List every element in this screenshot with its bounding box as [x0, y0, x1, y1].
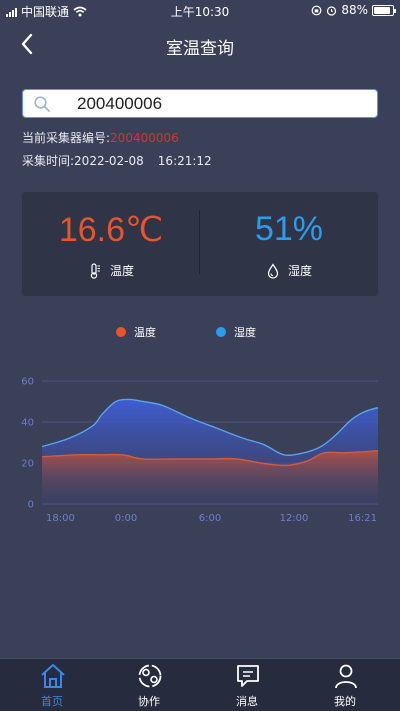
- reading-card: 16.6℃ 温度 51% 湿度: [22, 192, 378, 296]
- search-input[interactable]: [77, 93, 367, 115]
- rotation-lock-icon: [311, 5, 322, 15]
- x-tick-label: 12:00: [280, 513, 309, 524]
- tab-messages-label: 消息: [236, 695, 258, 708]
- humidity-label: 湿度: [287, 264, 312, 278]
- collaborate-icon: [138, 664, 162, 688]
- bottom-tab-bar: 首页 协作 消息 我的: [0, 658, 400, 711]
- search-box[interactable]: [22, 89, 378, 118]
- legend-label-humidity: 湿度: [234, 326, 256, 339]
- tab-messages[interactable]: 消息: [197, 659, 297, 711]
- nav-bar: 室温查询: [0, 22, 400, 68]
- temperature-value: 16.6℃: [58, 211, 164, 249]
- y-tick-label: 60: [21, 377, 34, 388]
- collector-label: 当前采集器编号:: [22, 131, 111, 145]
- humidity-label-row: 湿度: [200, 262, 378, 279]
- y-tick-label: 20: [21, 459, 34, 470]
- tab-profile[interactable]: 我的: [295, 659, 395, 711]
- collect-time-info: 采集时间:2022-02-08 16:21:12: [22, 152, 212, 169]
- temperature-panel: 16.6℃ 温度: [22, 192, 200, 296]
- status-bar: 中国联通 上午10:30 88%: [0, 0, 400, 22]
- chart-legend: 温度 湿度: [0, 324, 400, 340]
- home-icon: [41, 664, 65, 688]
- search-icon: [34, 96, 50, 112]
- tab-collaborate[interactable]: 协作: [99, 659, 199, 711]
- collector-value: 200400006: [110, 131, 179, 145]
- humidity-panel: 51% 湿度: [200, 192, 378, 296]
- message-icon: [237, 665, 259, 687]
- tab-home-label: 首页: [41, 695, 63, 708]
- y-tick-label: 40: [21, 418, 34, 429]
- battery-icon: [372, 4, 396, 16]
- x-tick-label: 16:21: [348, 513, 377, 524]
- history-chart: 0 20 40 60 18:00 0:00 6:00 12:00 16:21: [21, 377, 379, 524]
- tab-profile-label: 我的: [334, 695, 356, 708]
- y-tick-label: 0: [28, 500, 34, 511]
- x-tick-label: 6:00: [199, 513, 221, 524]
- water-drop-icon: [267, 262, 279, 279]
- legend-dot-temperature: [116, 327, 126, 337]
- humidity-value: 51%: [254, 210, 324, 248]
- x-tick-label: 18:00: [46, 513, 75, 524]
- thermometer-icon: [90, 262, 100, 279]
- tab-home[interactable]: 首页: [2, 659, 102, 711]
- collect-time: 16:21:12: [157, 154, 212, 168]
- legend-label-temperature: 温度: [134, 326, 156, 339]
- status-right: 88%: [311, 3, 396, 17]
- tab-collaborate-label: 协作: [138, 695, 160, 708]
- page-title: 室温查询: [166, 39, 234, 59]
- collect-time-label: 采集时间:: [22, 154, 75, 168]
- temperature-label-row: 温度: [22, 262, 200, 279]
- x-tick-label: 0:00: [115, 513, 137, 524]
- profile-icon: [335, 664, 357, 689]
- battery-percent: 88%: [341, 3, 368, 17]
- legend-item-humidity[interactable]: 湿度: [216, 324, 256, 340]
- collector-info: 当前采集器编号:200400006: [22, 129, 179, 146]
- temperature-label: 温度: [109, 264, 134, 278]
- legend-dot-humidity: [216, 327, 226, 337]
- legend-item-temperature[interactable]: 温度: [116, 324, 156, 340]
- alarm-icon: [327, 5, 337, 16]
- collect-date: 2022-02-08: [74, 154, 144, 168]
